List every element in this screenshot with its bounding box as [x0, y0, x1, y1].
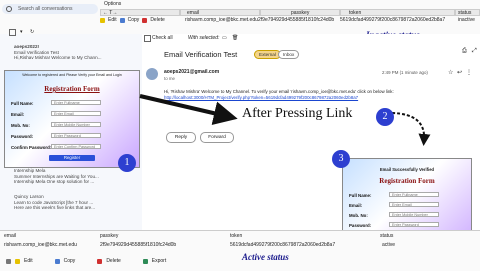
password-label: Password: [349, 223, 372, 228]
db-bottom-row-status: active [382, 242, 396, 248]
pencil-icon [15, 258, 20, 264]
db-bottom-row-passkey: 2f9e794929d455885f1810fc24d0b [100, 242, 177, 248]
delete-icon [97, 258, 103, 264]
db-bottom-panel: email passkey token status rishavm.comp_… [0, 230, 480, 271]
mobile-input[interactable]: Enter Mobile Number [389, 212, 439, 217]
db-bottom-col-status[interactable]: status [380, 234, 393, 239]
password-input[interactable]: Enter Password [389, 222, 439, 227]
db-bottom-edit-link[interactable]: Edit [24, 258, 33, 264]
db-bottom-delete-link[interactable]: Delete [106, 258, 120, 264]
email-input[interactable]: Enter Email [389, 202, 439, 207]
db-bottom-row-email: rishavm.comp_ioe@bkc.met.edu [4, 242, 77, 248]
step-3-badge: 3 [332, 150, 350, 168]
form-title: Registration Form [379, 177, 435, 185]
step-2-badge: 2 [376, 108, 394, 126]
checkbox-icon[interactable] [6, 258, 11, 264]
db-bottom-row-token: 5619dcfad499279f200c8679872a2060ed2b8a7 [230, 242, 336, 248]
db-bottom-export-link[interactable]: Export [152, 258, 166, 264]
form-notice: Email Successfully Verified [379, 167, 435, 172]
active-status-label: Active status [242, 252, 289, 262]
db-bottom-actions: Edit Copy Delete Export [6, 257, 166, 265]
db-bottom-col-passkey[interactable]: passkey [100, 234, 118, 239]
mobile-label: Mob. No: [349, 213, 368, 218]
db-bottom-col-email[interactable]: email [4, 234, 16, 239]
fullname-label: Full Name: [349, 193, 372, 198]
fullname-input[interactable]: Enter Fullname [389, 192, 439, 197]
arrow-to-verified [391, 112, 431, 146]
export-icon [142, 258, 148, 264]
arrow-to-email [139, 94, 238, 125]
db-bottom-copy-link[interactable]: Copy [64, 258, 76, 264]
email-label: Email: [349, 203, 363, 208]
copy-icon [54, 258, 60, 264]
db-bottom-col-token[interactable]: token [230, 234, 242, 239]
